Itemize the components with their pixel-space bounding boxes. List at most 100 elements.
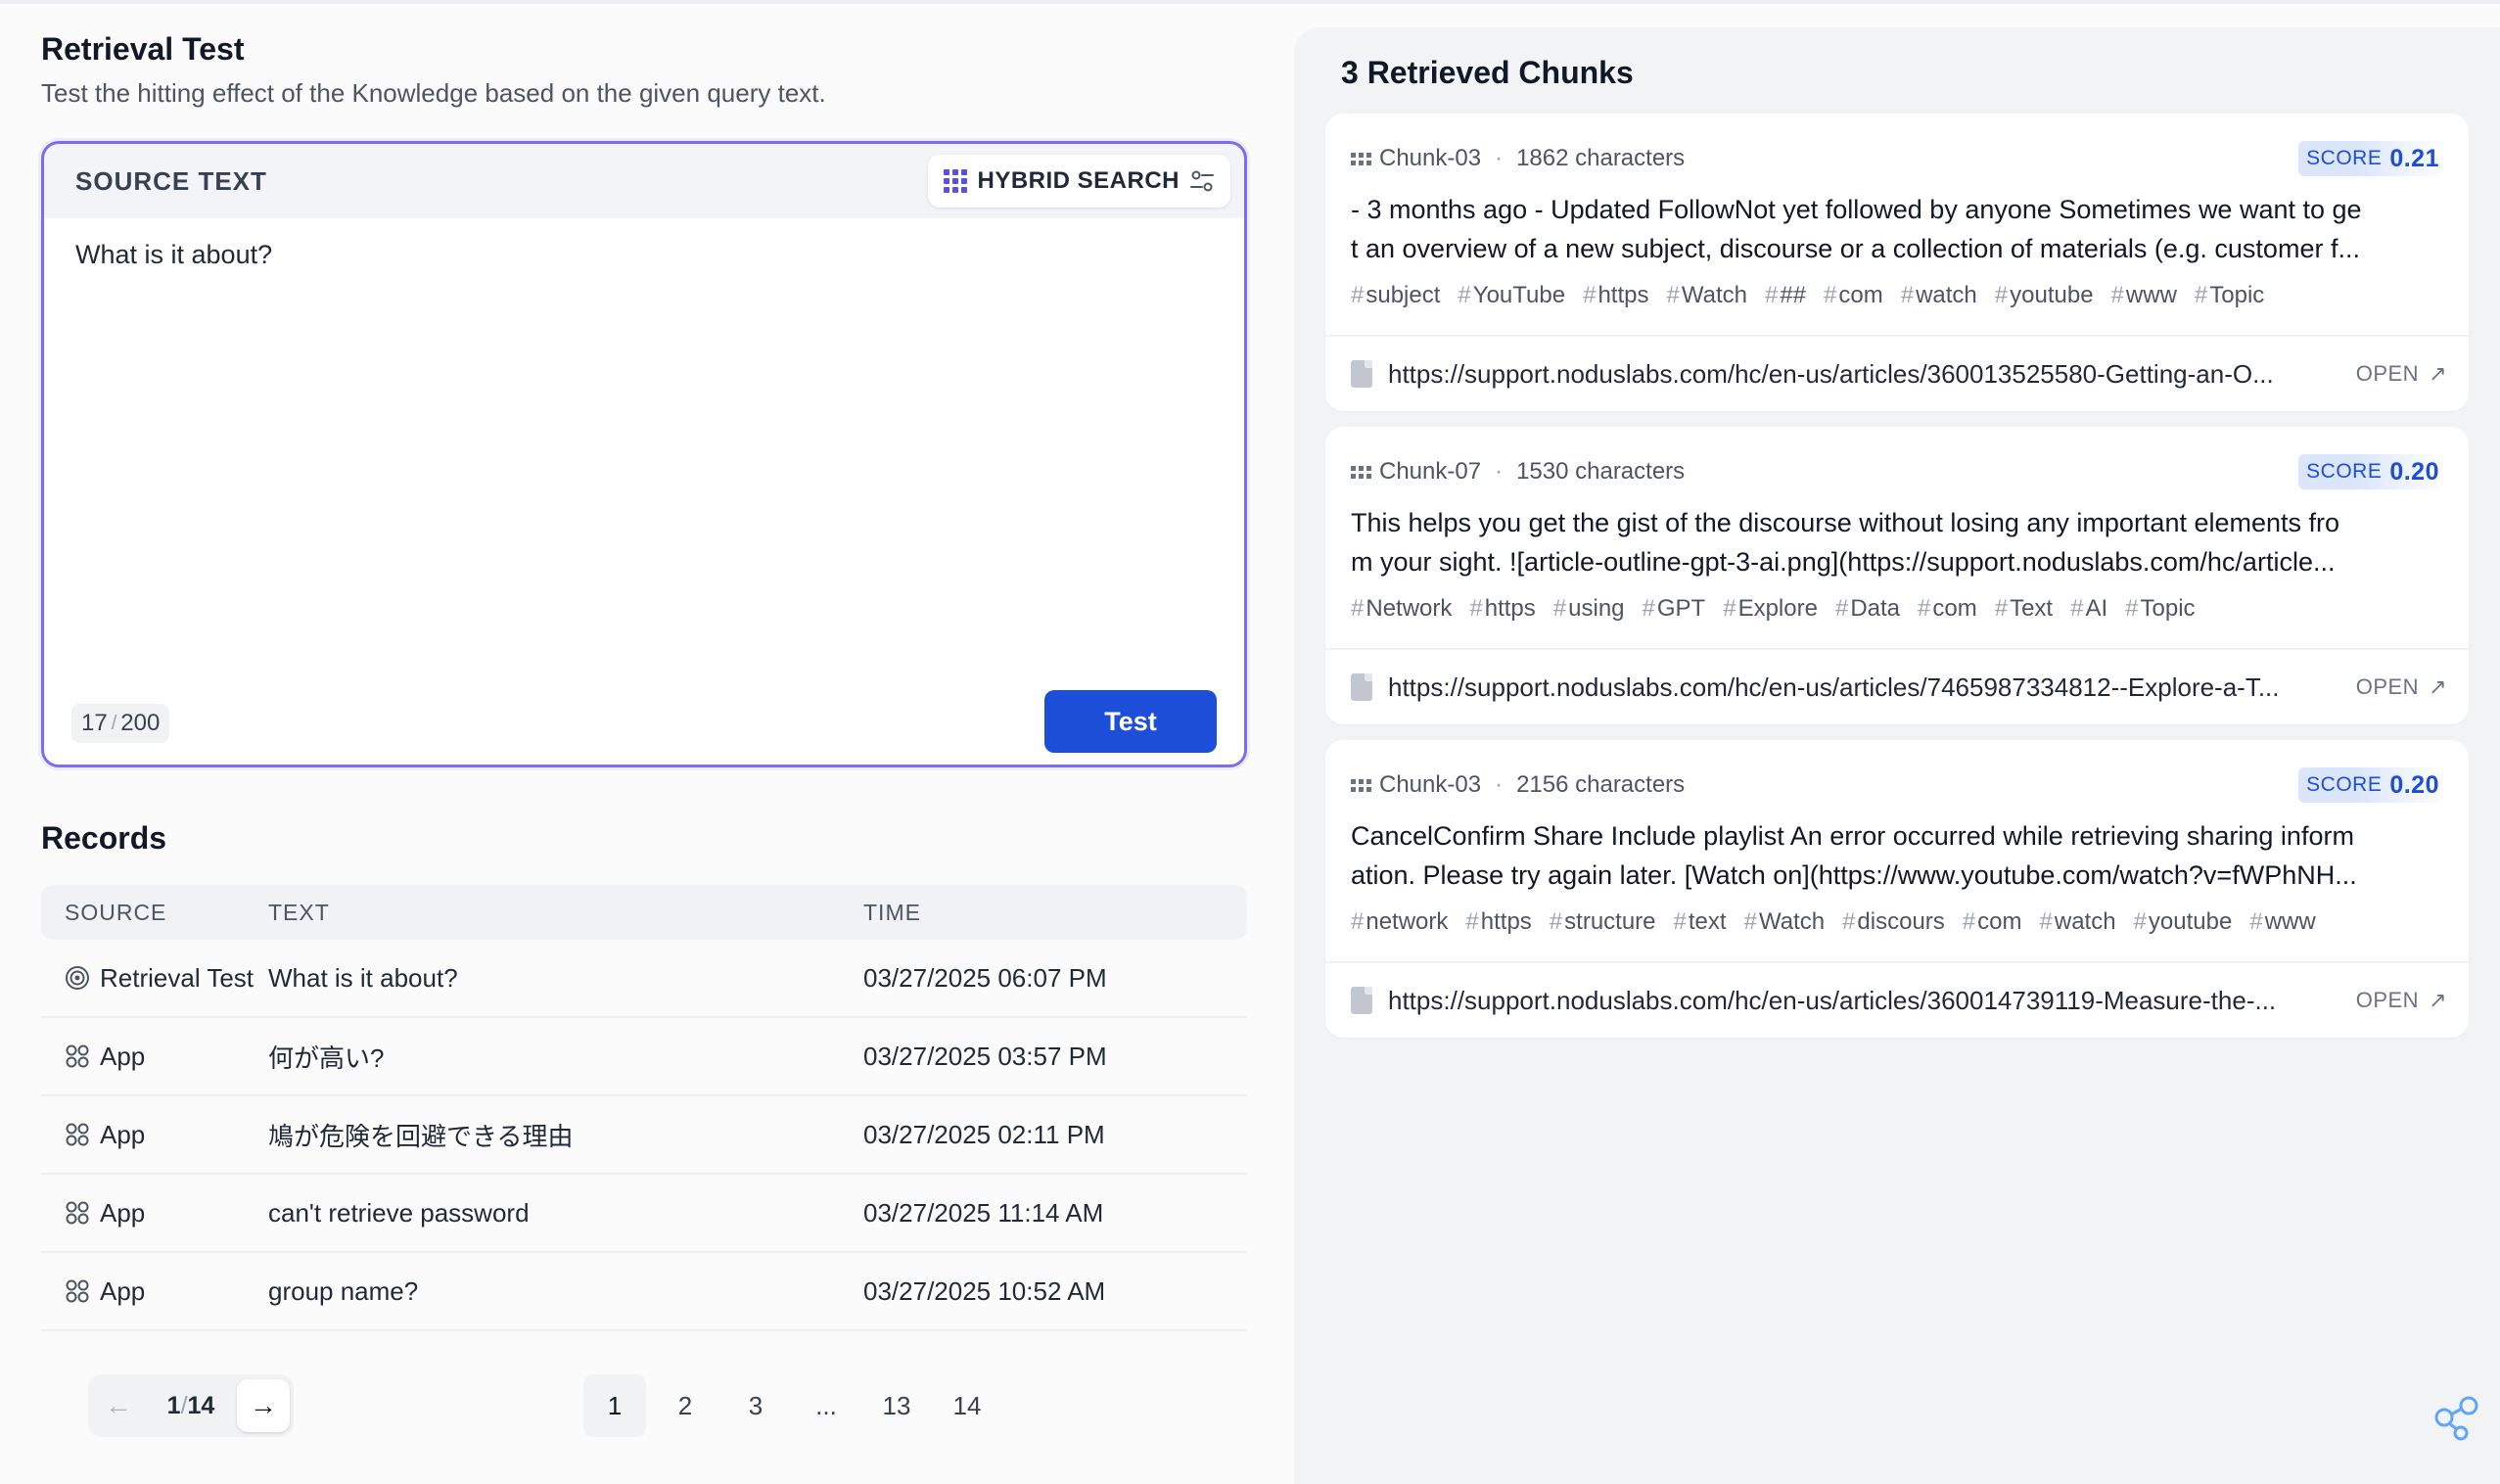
row-text: What is it about?	[268, 962, 458, 993]
source-label: SOURCE TEXT	[75, 165, 267, 196]
records-table: SOURCE TEXT TIME Retrieval Test What is …	[41, 885, 1247, 1331]
tag: ###	[1764, 282, 1807, 308]
row-source: App	[100, 1275, 146, 1306]
chunk-grid-icon	[1351, 152, 1371, 165]
grid-icon	[944, 169, 968, 193]
chunk-source: https://support.noduslabs.com/hc/en-us/a…	[1325, 335, 2469, 411]
tag: #discours	[1842, 908, 1945, 935]
page-indicator: 1/14	[166, 1391, 215, 1419]
chunk-id: Chunk-03	[1351, 145, 1481, 172]
open-link[interactable]: OPEN ↗	[2356, 988, 2447, 1013]
page-number[interactable]: 2	[654, 1374, 717, 1437]
chunk-card[interactable]: Chunk-07 · 1530 characters SCORE 0.20 Thi…	[1325, 427, 2469, 724]
app-icon	[66, 1044, 89, 1068]
row-time: 03/27/2025 06:07 PM	[863, 962, 1107, 993]
query-text[interactable]: What is it about?	[75, 240, 272, 270]
next-page-button[interactable]: →	[236, 1379, 290, 1432]
records-title: Records	[41, 820, 167, 856]
column-text: TEXT	[268, 899, 330, 925]
table-header: SOURCE TEXT TIME	[41, 885, 1247, 940]
tag: #text	[1673, 908, 1727, 935]
tag: #www	[2249, 908, 2316, 935]
page-number[interactable]: 14	[936, 1374, 998, 1437]
tag: #structure	[1549, 908, 1656, 935]
chunk-tags: #network #https #structure #text #Watch …	[1351, 908, 2443, 936]
page-ellipsis: ...	[815, 1390, 837, 1420]
chunk-card[interactable]: Chunk-03 · 2156 characters SCORE 0.20 Can…	[1325, 740, 2469, 1038]
retrieved-chunks-panel: 3 Retrieved Chunks Chunk-03 · 1862 chara…	[1294, 27, 2500, 1484]
chunk-tags: #subject #YouTube #https #Watch ### #com…	[1351, 282, 2443, 309]
prev-page-button[interactable]: ←	[92, 1379, 145, 1432]
source-text-box: SOURCE TEXT HYBRID SEARCH What is it abo…	[41, 141, 1247, 767]
row-source: Retrieval Test	[100, 962, 255, 993]
page-number[interactable]: 3	[724, 1374, 787, 1437]
tag: #com	[1918, 595, 1977, 622]
table-row[interactable]: App can't retrieve password 03/27/2025 1…	[41, 1175, 1247, 1253]
tag: #https	[1583, 282, 1649, 308]
tag: #GPT	[1642, 595, 1706, 622]
tag: #watch	[2039, 908, 2116, 935]
tag: #Topic	[2125, 595, 2196, 622]
chunk-grid-icon	[1351, 465, 1371, 479]
chunk-card[interactable]: Chunk-03 · 1862 characters SCORE 0.21 - 3…	[1325, 114, 2469, 411]
page-stepper: ← 1/14 →	[88, 1374, 294, 1437]
tag: #youtube	[1994, 282, 2094, 308]
page-subtitle: Test the hitting effect of the Knowledge…	[41, 78, 826, 108]
top-divider	[0, 0, 2500, 4]
column-time: TIME	[863, 899, 921, 925]
tag: #network	[1351, 908, 1449, 935]
row-time: 03/27/2025 02:11 PM	[863, 1119, 1105, 1149]
row-source: App	[100, 1197, 146, 1228]
arrow-right-icon: →	[249, 1390, 277, 1420]
chunk-chars: 2156 characters	[1516, 771, 1686, 798]
source-url: https://support.noduslabs.com/hc/en-us/a…	[1388, 672, 2280, 702]
table-row[interactable]: Retrieval Test What is it about? 03/27/2…	[41, 940, 1247, 1018]
tag: #youtube	[2133, 908, 2233, 935]
open-link[interactable]: OPEN ↗	[2356, 674, 2447, 700]
arrow-left-icon: ←	[105, 1390, 132, 1420]
row-source: App	[100, 1119, 146, 1149]
test-button[interactable]: Test	[1044, 690, 1217, 753]
row-text: 鳩が危険を回避できる理由	[268, 1121, 574, 1151]
external-link-icon: ↗	[2429, 674, 2447, 699]
chunk-tags: #Network #https #using #GPT #Explore #Da…	[1351, 595, 2443, 623]
page-title: Retrieval Test	[41, 31, 245, 67]
tag: #using	[1552, 595, 1625, 622]
tag: #Explore	[1723, 595, 1818, 622]
tag: #https	[1465, 908, 1532, 935]
table-row[interactable]: App group name? 03/27/2025 10:52 AM	[41, 1253, 1247, 1331]
file-icon	[1351, 673, 1372, 701]
molecule-icon[interactable]	[2431, 1394, 2482, 1445]
chunk-chars: 1862 characters	[1516, 145, 1686, 171]
query-textarea[interactable]: What is it about? 17 / 200 Test	[44, 218, 1244, 765]
source-url: https://support.noduslabs.com/hc/en-us/a…	[1388, 985, 2277, 1015]
row-source: App	[100, 1041, 146, 1071]
page-number[interactable]: 13	[865, 1374, 928, 1437]
score-badge: SCORE 0.20	[2298, 454, 2447, 489]
source-url: https://support.noduslabs.com/hc/en-us/a…	[1388, 358, 2274, 389]
row-time: 03/27/2025 03:57 PM	[863, 1041, 1107, 1071]
chunk-source: https://support.noduslabs.com/hc/en-us/a…	[1325, 648, 2469, 724]
app-icon	[66, 1201, 89, 1225]
external-link-icon: ↗	[2429, 988, 2447, 1012]
tag: #https	[1469, 595, 1536, 622]
page-number[interactable]: 1	[583, 1374, 646, 1437]
char-counter: 17 / 200	[71, 704, 170, 743]
tag: #subject	[1351, 282, 1441, 308]
chunks-title: 3 Retrieved Chunks	[1341, 55, 1634, 90]
column-source: SOURCE	[65, 899, 167, 925]
table-row[interactable]: App 何が高い? 03/27/2025 03:57 PM	[41, 1018, 1247, 1096]
tag: #Text	[1994, 595, 2054, 622]
hybrid-search-label: HYBRID SEARCH	[977, 167, 1180, 194]
external-link-icon: ↗	[2429, 361, 2447, 386]
open-link[interactable]: OPEN ↗	[2356, 361, 2447, 387]
table-row[interactable]: App 鳩が危険を回避できる理由 03/27/2025 02:11 PM	[41, 1096, 1247, 1175]
tag: #watch	[1900, 282, 1977, 308]
tag: #Watch	[1666, 282, 1747, 308]
tag: #Network	[1351, 595, 1453, 622]
hybrid-search-button[interactable]: HYBRID SEARCH	[928, 155, 1230, 208]
chunk-id: Chunk-03	[1351, 771, 1481, 799]
source-header: SOURCE TEXT HYBRID SEARCH	[44, 144, 1244, 218]
score-badge: SCORE 0.20	[2298, 767, 2447, 803]
chunk-grid-icon	[1351, 778, 1371, 792]
